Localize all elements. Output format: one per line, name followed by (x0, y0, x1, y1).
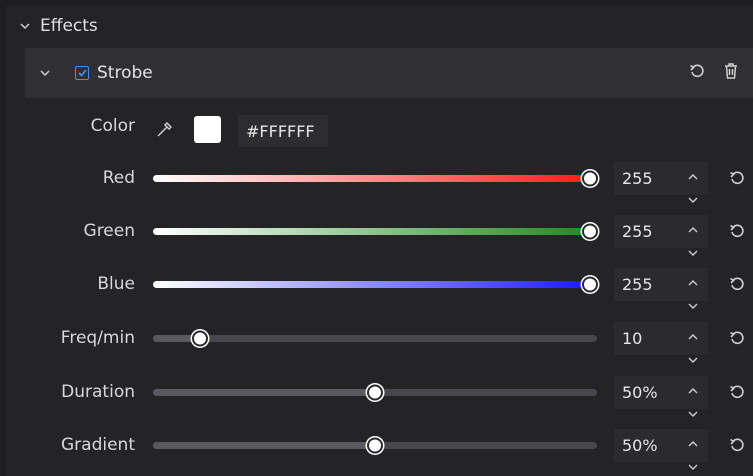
duration-slider-handle[interactable] (367, 384, 383, 401)
blue-slider[interactable] (153, 276, 598, 293)
red-value: 255 (622, 169, 653, 188)
reset-icon[interactable] (689, 62, 705, 79)
blue-value: 255 (622, 275, 653, 294)
duration-label: Duration (61, 382, 135, 402)
chevron-down-icon[interactable] (688, 242, 698, 261)
gradient-slider-handle[interactable] (367, 437, 383, 454)
chevron-up-icon[interactable] (688, 325, 698, 344)
blue-value-input[interactable]: 255 (614, 268, 708, 309)
chevron-up-icon[interactable] (688, 165, 698, 184)
trash-icon[interactable] (723, 62, 739, 79)
eyedropper-icon[interactable] (156, 120, 174, 142)
color-swatch[interactable] (194, 116, 221, 143)
red-label: Red (102, 168, 135, 188)
gradient-slider[interactable] (153, 437, 597, 454)
blue-slider-handle[interactable] (582, 276, 598, 293)
chevron-down-icon[interactable] (688, 456, 698, 475)
red-slider-handle[interactable] (582, 170, 598, 187)
green-slider[interactable] (153, 223, 598, 240)
effects-section-header[interactable]: Effects (6, 6, 753, 46)
reset-icon[interactable] (729, 170, 745, 186)
chevron-up-icon[interactable] (688, 218, 698, 237)
color-hex-value: #FFFFFF (246, 121, 315, 141)
green-slider-handle[interactable] (582, 223, 598, 240)
red-value-input[interactable]: 255 (614, 162, 708, 203)
green-value-input[interactable]: 255 (614, 215, 708, 256)
chevron-down-icon[interactable] (688, 349, 698, 368)
chevron-down-icon[interactable] (688, 295, 698, 314)
chevron-down-icon[interactable] (40, 66, 52, 80)
duration-slider[interactable] (153, 384, 597, 401)
effects-panel: Effects Strobe Color #FFFFFF Red 255 Green… (6, 6, 753, 476)
chevron-down-icon[interactable] (20, 19, 34, 33)
reset-icon[interactable] (729, 384, 745, 400)
chevron-up-icon[interactable] (688, 379, 698, 398)
gradient-label: Gradient (61, 435, 135, 455)
green-value: 255 (622, 222, 653, 241)
red-slider[interactable] (153, 170, 598, 187)
gradient-value: 50% (622, 436, 658, 455)
green-label: Green (83, 221, 135, 241)
freq-value-input[interactable]: 10 (614, 322, 708, 363)
reset-icon[interactable] (729, 437, 745, 453)
effects-title: Effects (40, 16, 98, 36)
gradient-slider-fill (153, 442, 375, 449)
reset-icon[interactable] (729, 223, 745, 239)
strobe-enabled-checkbox[interactable] (75, 66, 89, 80)
freq-value: 10 (622, 329, 643, 348)
gradient-value-input[interactable]: 50% (614, 429, 708, 470)
blue-label: Blue (97, 274, 135, 294)
color-label: Color (90, 116, 135, 136)
reset-icon[interactable] (729, 276, 745, 292)
color-hex-input[interactable]: #FFFFFF (238, 115, 328, 147)
duration-value: 50% (622, 383, 658, 402)
reset-icon[interactable] (729, 330, 745, 346)
chevron-up-icon[interactable] (688, 271, 698, 290)
chevron-down-icon[interactable] (688, 189, 698, 208)
freq-slider[interactable] (153, 330, 597, 347)
duration-value-input[interactable]: 50% (614, 376, 708, 417)
strobe-title: Strobe (97, 63, 153, 83)
duration-slider-fill (153, 389, 375, 396)
freq-label: Freq/min (60, 328, 135, 348)
strobe-effect-header[interactable]: Strobe (25, 48, 753, 98)
chevron-down-icon[interactable] (688, 403, 698, 422)
freq-slider-handle[interactable] (192, 330, 209, 347)
chevron-up-icon[interactable] (688, 432, 698, 451)
